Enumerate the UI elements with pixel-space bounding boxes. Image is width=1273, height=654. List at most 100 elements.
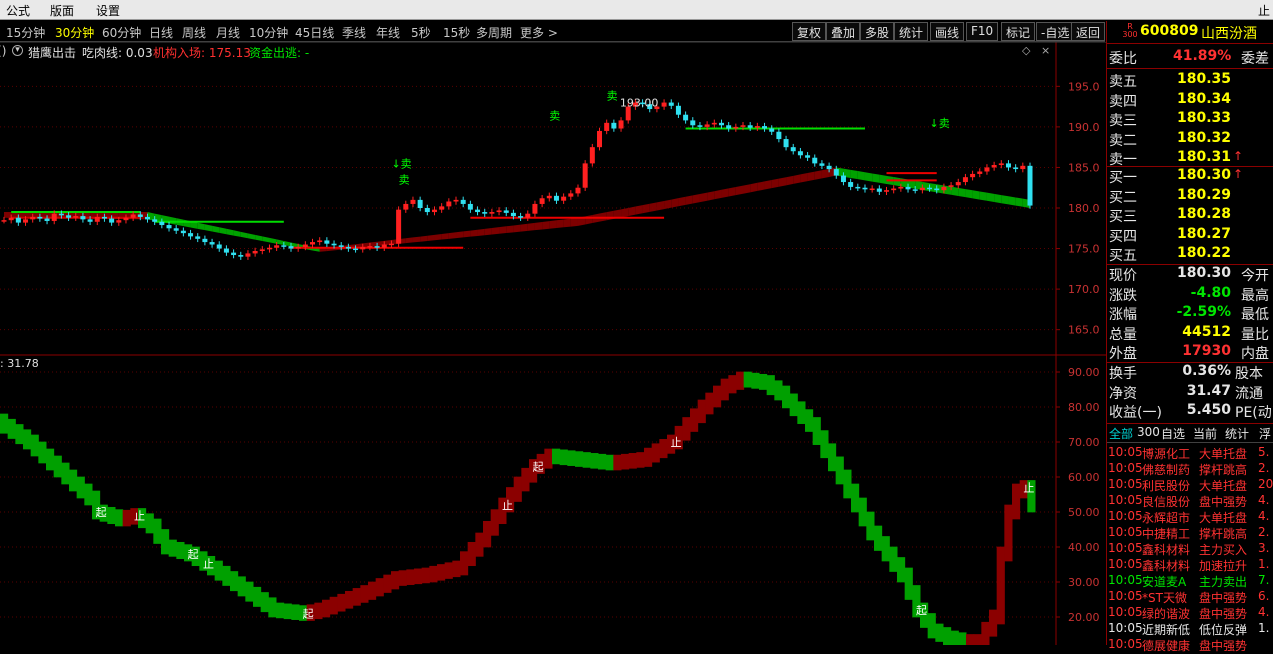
candle-body [941,186,947,191]
diamond-icon[interactable]: ◇ [1022,44,1030,57]
stock-name[interactable]: 山西汾酒 [1201,23,1257,43]
ask-row[interactable]: 卖四 180.34 [1107,91,1273,110]
period-10min[interactable]: 10分钟 [249,24,288,41]
period-15sec[interactable]: 15秒 [443,24,470,41]
button-back[interactable]: 返回 [1071,22,1106,41]
y-tick-label: 190.0 [1068,121,1100,134]
bid-price: 180.28 [1177,206,1232,222]
button-multi-stock[interactable]: 多股 [860,22,895,41]
menu-stop[interactable]: 止 [1258,2,1270,19]
ticker-event: 主力买入 [1199,543,1248,557]
button-stats[interactable]: 统计 [894,22,929,41]
stock-code[interactable]: 600809 [1140,23,1198,39]
bid-price: 180.22 [1177,245,1232,261]
close-indicator-icon[interactable]: × [1041,44,1050,57]
y-tick-label: 70.00 [1068,436,1100,449]
ticker-row[interactable]: 10:05 永辉超市 大单托盘 4. [1107,509,1273,525]
ticker-time: 10:05 [1108,477,1143,491]
momentum-band-step [989,609,998,637]
period-day[interactable]: 日线 [149,24,173,41]
button-remove-watchlist[interactable]: -自选 [1036,22,1075,41]
momentum-band-step [0,413,9,434]
ticker-tab-current[interactable]: 当前 [1193,425,1217,442]
momentum-band-step [1012,483,1021,520]
ticker-time: 10:05 [1108,589,1143,603]
trend-ribbon [821,168,830,179]
ticker-row[interactable]: 10:05 德展健康 盘中强势 [1107,637,1273,653]
ticker-tab-all[interactable]: 全部 [1109,425,1133,442]
ask-price: 180.31 [1177,149,1232,165]
period-30min[interactable]: 30分钟 [55,24,94,41]
button-restore-rights[interactable]: 复权 [792,22,827,41]
ticker-row[interactable]: 10:05 利民股份 大单托盘 20 [1107,477,1273,493]
menu-layout[interactable]: 版面 [50,2,74,19]
kline-chart[interactable]: 195.0 190.0 185.0 180.0 175.0 170.0 165.0 90.00… [0,42,1106,645]
period-week[interactable]: 周线 [182,24,206,41]
candle-body [144,216,150,220]
ticker-tab-watchlist[interactable]: 自选 [1161,425,1185,442]
ticker-row[interactable]: 10:05 绿的谐波 盘中强势 4. [1107,605,1273,621]
button-overlay[interactable]: 叠加 [826,22,861,41]
trend-ribbon [412,236,421,243]
trend-ribbon [714,189,722,200]
period-45day[interactable]: 45日线 [295,24,334,41]
period-year[interactable]: 年线 [376,24,400,41]
ticker-tab-float[interactable]: 浮 [1259,425,1271,442]
momentum-band-step [728,375,737,394]
bid-row[interactable]: 买四 180.27 [1107,226,1273,245]
trend-ribbon [850,169,858,180]
ticker-row[interactable]: 10:05 博源化工 大单托盘 5. [1107,445,1273,461]
button-mark[interactable]: 标记 [1001,22,1036,41]
momentum-band-step [950,630,959,645]
period-more[interactable]: 更多 > [520,24,558,41]
ticker-row[interactable]: 10:05 近期新低 低位反弹 1. [1107,621,1273,637]
trend-ribbon [793,174,801,184]
ticker-event: 大单托盘 [1199,511,1248,525]
bid-row[interactable]: 买一 180.30 ↑ [1107,167,1273,186]
candle-body [439,206,445,210]
bid-label: 买四 [1109,228,1137,245]
candle-body [1013,167,1019,170]
ticker-row[interactable]: 10:05 安道麦A 主力卖出 7. [1107,573,1273,589]
ask-row[interactable]: 卖五 180.35 [1107,71,1273,90]
candle-body [582,163,588,188]
period-month[interactable]: 月线 [216,24,240,41]
bid-row[interactable]: 买三 180.28 [1107,206,1273,225]
indicator-index-badge[interactable]: (2) [0,44,6,58]
period-season[interactable]: 季线 [342,24,366,41]
ticker-row[interactable]: 10:05 *ST天微 盘中强势 6. [1107,589,1273,605]
bid-row[interactable]: 买二 180.29 [1107,187,1273,206]
ticker-stock: 佛慈制药 [1142,463,1191,477]
button-draw[interactable]: 画线 [930,22,965,41]
quote-row: 总量 44512 量比 [1107,324,1273,343]
candle-body [740,125,746,127]
candle-body [962,177,968,183]
period-15min[interactable]: 15分钟 [6,24,45,41]
indicator-name[interactable]: 猎鹰出击 [28,44,76,61]
menu-formula[interactable]: 公式 [6,2,30,19]
period-60min[interactable]: 60分钟 [102,24,141,41]
button-f10[interactable]: F10 [966,22,999,41]
ask-row[interactable]: 卖二 180.32 [1107,130,1273,149]
momentum-band-step [881,536,890,562]
ticker-tab-stats[interactable]: 统计 [1225,425,1249,442]
ticker-row[interactable]: 10:05 鑫科材料 主力买入 3. [1107,541,1273,557]
quote-panel: R 300 600809 山西汾酒 委比 41.89% 委差 卖五 180.35 卖… [1106,21,1273,653]
candle-body [310,242,316,245]
trend-ribbon [764,180,772,190]
period-multi[interactable]: 多周期 [476,24,512,41]
ask-row[interactable]: 卖三 180.33 [1107,110,1273,129]
indicator-options-icon[interactable]: ▾ [12,45,23,56]
period-5sec[interactable]: 5秒 [411,24,431,41]
ticker-row[interactable]: 10:05 中捷精工 撑杆跳高 2. [1107,525,1273,541]
menu-settings[interactable]: 设置 [96,2,120,19]
candle-body [819,163,825,166]
ticker-row[interactable]: 10:05 鑫科材料 加速拉升 1. [1107,557,1273,573]
ticker-row[interactable]: 10:05 良信股份 盘中强势 4. [1107,493,1273,509]
ticker-tab-300[interactable]: 300 [1137,425,1160,439]
momentum-band-step [107,506,116,525]
quote-row: 涨跌 -4.80 最高 [1107,285,1273,304]
ticker-row[interactable]: 10:05 佛慈制药 撑杆跳高 2. [1107,461,1273,477]
candle-body [446,201,452,207]
bid-row[interactable]: 买五 180.22 [1107,245,1273,264]
